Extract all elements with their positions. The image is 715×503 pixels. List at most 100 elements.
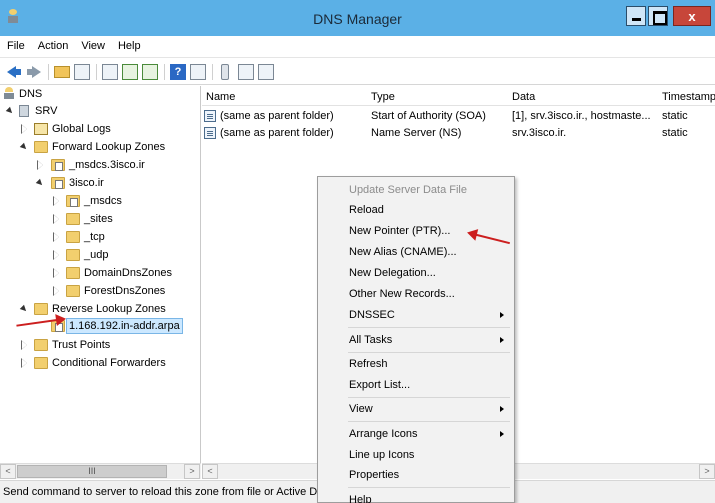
menu-item-refresh[interactable]: Refresh	[318, 354, 514, 374]
menu-item-new-alias[interactable]: New Alias (CNAME)...	[318, 242, 514, 262]
expand-arrow-icon[interactable]	[52, 268, 61, 278]
menu-item-export-list[interactable]: Export List...	[318, 375, 514, 395]
menu-item-update-server-data-file[interactable]: Update Server Data File	[318, 180, 514, 200]
folder-icon	[34, 141, 48, 153]
folder-icon	[34, 339, 48, 351]
menu-item-help[interactable]: Help	[318, 490, 514, 503]
zone-icon[interactable]	[238, 64, 254, 80]
collapse-arrow-icon[interactable]	[20, 304, 29, 313]
scroll-left-button[interactable]: <	[202, 464, 218, 479]
expand-arrow-icon[interactable]	[36, 160, 45, 170]
menu-item-line-up-icons[interactable]: Line up Icons	[318, 445, 514, 465]
folder-icon	[34, 357, 48, 369]
zone-icon	[51, 177, 65, 189]
menu-item-label: Update Server Data File	[349, 184, 467, 196]
menu-item-new-delegation[interactable]: New Delegation...	[318, 263, 514, 283]
close-icon: x	[688, 9, 696, 24]
up-folder-icon[interactable]	[54, 66, 70, 78]
tree-item-label: DNS	[19, 88, 43, 100]
back-arrow-icon[interactable]	[6, 64, 22, 80]
column-header-timestamp[interactable]: Timestamp	[662, 91, 715, 103]
show-tree-icon[interactable]	[74, 64, 90, 80]
menu-item-label: All Tasks	[349, 334, 393, 346]
scroll-left-button[interactable]: <	[0, 464, 16, 479]
menu-item-label: New Alias (CNAME)...	[349, 246, 457, 258]
help-icon[interactable]: ?	[170, 64, 186, 80]
menu-item-all-tasks[interactable]: All Tasks	[318, 330, 514, 350]
menu-item-label: New Pointer (PTR)...	[349, 225, 451, 237]
menu-item-other-new-records[interactable]: Other New Records...	[318, 284, 514, 304]
expand-arrow-icon[interactable]	[20, 358, 29, 368]
properties-icon[interactable]	[102, 64, 118, 80]
menu-item-reload[interactable]: Reload	[318, 200, 514, 220]
submenu-arrow-icon	[500, 337, 504, 343]
menu-separator	[348, 352, 510, 353]
list-header: Name Type Data Timestamp	[202, 86, 715, 106]
toolbar-separator	[96, 64, 97, 80]
maximize-button[interactable]	[648, 6, 668, 26]
export-list-icon[interactable]	[142, 64, 158, 80]
show-hide-icon[interactable]	[190, 64, 206, 80]
expand-arrow-icon[interactable]	[20, 340, 29, 350]
scroll-thumb[interactable]: III	[17, 465, 167, 478]
tree-item-label: Forward Lookup Zones	[52, 141, 166, 153]
folder-icon	[66, 231, 80, 243]
folder-icon	[34, 303, 48, 315]
menu-separator	[348, 421, 510, 422]
menu-file[interactable]: File	[0, 36, 31, 52]
expand-arrow-icon[interactable]	[52, 196, 61, 206]
tree-item-label: Global Logs	[52, 123, 111, 135]
menu-item-label: View	[349, 403, 373, 415]
collapse-arrow-icon[interactable]	[36, 178, 45, 187]
column-header-type[interactable]: Type	[371, 91, 395, 103]
menu-view[interactable]: View	[74, 36, 111, 52]
submenu-arrow-icon	[500, 406, 504, 412]
cell-timestamp: static	[662, 110, 688, 122]
expand-arrow-icon[interactable]	[20, 124, 29, 134]
status-text: Send command to server to reload this zo…	[3, 486, 354, 498]
expand-arrow-icon[interactable]	[52, 286, 61, 296]
menu-help[interactable]: Help	[111, 36, 147, 52]
cell-type: Name Server (NS)	[371, 127, 462, 139]
expand-arrow-icon[interactable]	[52, 214, 61, 224]
expand-arrow-icon[interactable]	[52, 250, 61, 260]
folder-icon	[66, 213, 80, 225]
forward-arrow-icon[interactable]	[26, 64, 42, 80]
close-button[interactable]: x	[673, 6, 711, 26]
scroll-right-button[interactable]: >	[699, 464, 715, 479]
scroll-right-button[interactable]: >	[184, 464, 200, 479]
menu-item-label: DNSSEC	[349, 309, 395, 321]
menu-item-label: Refresh	[349, 358, 388, 370]
menu-item-label: Export List...	[349, 379, 411, 391]
server-icon	[19, 105, 29, 117]
tree-item-label: SRV	[35, 105, 58, 117]
menu-separator	[348, 487, 510, 488]
tree-horizontal-scrollbar[interactable]: < III >	[0, 463, 201, 479]
expand-arrow-icon[interactable]	[52, 232, 61, 242]
collapse-arrow-icon[interactable]	[6, 106, 15, 115]
toolbar: ?	[0, 59, 715, 85]
record-icon[interactable]	[258, 64, 274, 80]
submenu-arrow-icon	[500, 431, 504, 437]
cell-type: Start of Authority (SOA)	[371, 110, 486, 122]
menu-item-view[interactable]: View	[318, 399, 514, 419]
title-bar: DNS Manager x	[0, 0, 715, 36]
menu-item-properties[interactable]: Properties	[318, 465, 514, 485]
menu-action[interactable]: Action	[31, 36, 75, 52]
column-header-data[interactable]: Data	[512, 91, 535, 103]
server-icon[interactable]	[221, 64, 229, 80]
collapse-arrow-icon[interactable]	[20, 142, 29, 151]
table-row[interactable]: (same as parent folder) Name Server (NS)…	[202, 125, 715, 141]
tree-item-label: _udp	[84, 249, 109, 261]
menu-item-dnssec[interactable]: DNSSEC	[318, 305, 514, 325]
table-row[interactable]: (same as parent folder) Start of Authori…	[202, 108, 715, 124]
console-tree: DNS SRV Global Logs Forward Lookup Zones…	[0, 86, 201, 463]
toolbar-separator	[164, 64, 165, 80]
column-header-name[interactable]: Name	[206, 91, 235, 103]
minimize-button[interactable]	[626, 6, 646, 26]
menu-item-label: New Delegation...	[349, 267, 436, 279]
zone-icon	[66, 195, 80, 207]
menu-item-arrange-icons[interactable]: Arrange Icons	[318, 424, 514, 444]
refresh-icon[interactable]	[122, 64, 138, 80]
submenu-arrow-icon	[500, 312, 504, 318]
